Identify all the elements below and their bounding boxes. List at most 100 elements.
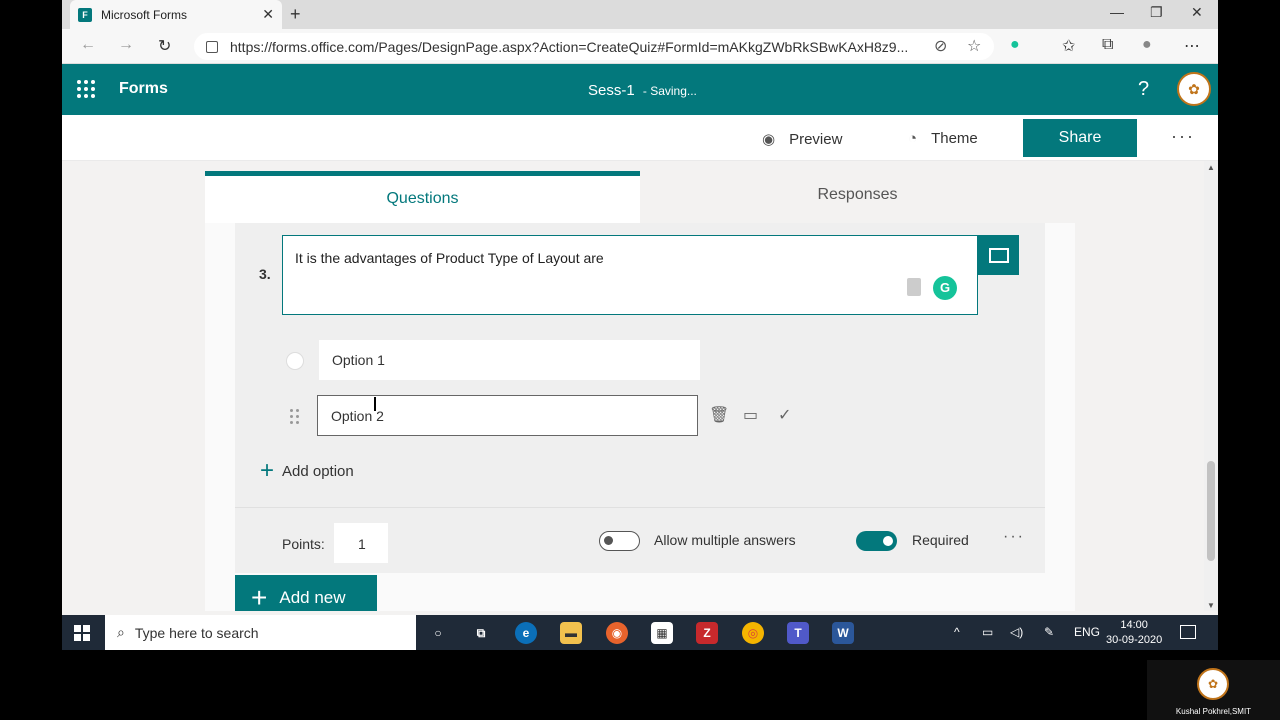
question-number: 3. (259, 266, 271, 282)
file-explorer-icon[interactable]: ▬ (560, 622, 582, 644)
comment-icon[interactable]: ▭ (743, 405, 758, 425)
tray-expand-icon[interactable]: ^ (954, 625, 960, 639)
tab-responses[interactable]: Responses (640, 171, 1075, 223)
account-avatar[interactable]: ✿ (1177, 72, 1211, 106)
theme-label: Theme (931, 130, 978, 147)
command-bar: ◉ Preview ◔ Theme Share ··· (62, 115, 1218, 161)
plus-icon: + (251, 582, 268, 612)
system-clock[interactable]: 14:00 30-09-2020 (1106, 618, 1162, 648)
windows-start-icon[interactable] (74, 625, 90, 641)
back-icon[interactable]: ← (80, 36, 96, 54)
notifications-icon[interactable] (1180, 625, 1196, 639)
pen-icon[interactable]: ✎ (1044, 625, 1054, 639)
tab-questions[interactable]: Questions (205, 171, 640, 223)
app-launcher-icon[interactable] (77, 80, 95, 98)
webcam-overlay: ✿ Kushal Pokhrel,SMIT (1147, 660, 1280, 720)
form-title: Sess-1 (588, 82, 635, 99)
add-new-button[interactable]: + Add new (235, 575, 377, 611)
language-indicator[interactable]: ENG (1074, 625, 1100, 639)
drag-handle-icon[interactable] (290, 409, 300, 425)
correct-answer-check-icon[interactable]: ✓ (778, 405, 791, 425)
palette-icon: ◔ (908, 130, 918, 147)
scroll-up-icon[interactable]: ▲ (1207, 163, 1215, 172)
option-1-radio (286, 352, 304, 370)
browser-window: F Microsoft Forms ✕ + — ❐ ✕ ← → ↻ https:… (62, 0, 1218, 650)
clock-time: 14:00 (1120, 619, 1148, 631)
theme-button[interactable]: ◔ Theme (908, 130, 978, 147)
plus-icon: + (260, 457, 275, 484)
grammarly-badge-icon[interactable]: G (933, 276, 957, 300)
volume-icon[interactable]: ◁) (1010, 625, 1023, 639)
lock-icon (206, 40, 218, 53)
form-content: Questions Responses 3. It is the advanta… (62, 161, 1218, 611)
url-field[interactable]: https://forms.office.com/Pages/DesignPag… (194, 33, 994, 60)
preview-button[interactable]: ◉ Preview (762, 130, 842, 149)
question-more-icon[interactable]: ··· (1003, 528, 1025, 546)
form-tabs: Questions Responses (205, 171, 1075, 223)
scroll-down-icon[interactable]: ▼ (1207, 601, 1215, 610)
address-bar: ← → ↻ https://forms.office.com/Pages/Des… (62, 29, 1218, 64)
insert-image-button[interactable] (978, 235, 1019, 275)
url-text: https://forms.office.com/Pages/DesignPag… (230, 38, 909, 55)
eye-icon: ◉ (762, 131, 776, 148)
share-button[interactable]: Share (1023, 119, 1137, 157)
institution-logo: ✿ (1197, 668, 1229, 700)
tab-title: Microsoft Forms (101, 7, 188, 22)
browser-menu-icon[interactable]: ⋯ (1184, 36, 1200, 56)
minimize-icon[interactable]: — (1110, 4, 1124, 20)
help-icon[interactable]: ? (1138, 78, 1149, 101)
close-window-icon[interactable]: ✕ (1191, 4, 1203, 21)
browser-tab[interactable]: F Microsoft Forms ✕ (70, 0, 282, 29)
forward-icon[interactable]: → (118, 36, 134, 54)
firefox-icon[interactable]: ◉ (606, 622, 628, 644)
form-title-area: Sess-1 - Saving... (588, 82, 697, 99)
close-tab-icon[interactable]: ✕ (262, 6, 274, 23)
option-1-field[interactable]: Option 1 (319, 340, 700, 380)
search-placeholder: Type here to search (134, 624, 259, 641)
new-tab-icon[interactable]: + (290, 4, 301, 25)
chrome-icon[interactable]: ◎ (742, 622, 764, 644)
grammarly-icon[interactable]: ● (1010, 36, 1020, 54)
app-name[interactable]: Forms (119, 80, 168, 98)
question-text-field[interactable]: It is the advantages of Product Type of … (282, 235, 978, 315)
taskbar-search[interactable]: ⌕ Type here to search (105, 615, 416, 650)
required-toggle[interactable] (856, 531, 897, 551)
restore-icon[interactable]: ❐ (1150, 4, 1163, 21)
text-cursor (374, 397, 376, 411)
edge-icon[interactable]: e (515, 622, 537, 644)
task-view-icon[interactable]: ⧉ (470, 622, 492, 644)
forms-favicon-icon: F (78, 7, 92, 22)
points-input[interactable]: 1 (334, 523, 388, 563)
cortana-icon[interactable]: ○ (427, 622, 449, 644)
allow-multiple-label: Allow multiple answers (654, 532, 796, 548)
allow-multiple-toggle[interactable] (599, 531, 640, 551)
add-new-label: Add new (279, 588, 346, 607)
save-status: - Saving... (642, 84, 697, 98)
question-footer: Points: 1 Allow multiple answers Require… (235, 507, 1045, 565)
word-icon[interactable]: W (832, 622, 854, 644)
scroll-thumb[interactable] (1207, 461, 1215, 561)
add-option-label: Add option (282, 462, 354, 480)
zotero-icon[interactable]: Z (696, 622, 718, 644)
refresh-icon[interactable]: ↻ (158, 36, 171, 56)
presenter-name: Kushal Pokhrel,SMIT (1175, 707, 1252, 716)
delete-option-icon[interactable]: 🗑 (709, 405, 729, 425)
page-scrollbar[interactable]: ▲ ▼ (1204, 161, 1218, 611)
extension-icon[interactable] (907, 278, 921, 296)
profile-icon[interactable]: ● (1142, 36, 1152, 54)
required-label: Required (912, 532, 969, 548)
store-icon[interactable]: ▦ (651, 622, 673, 644)
add-option-button[interactable]: + Add option (260, 457, 354, 484)
tab-strip: F Microsoft Forms ✕ + — ❐ ✕ (62, 0, 1218, 29)
more-options-icon[interactable]: ··· (1171, 126, 1195, 147)
teams-icon[interactable]: T (787, 622, 809, 644)
collections-icon[interactable]: ⧉ (1102, 36, 1113, 54)
favorites-icon[interactable]: ✩ (1062, 36, 1075, 56)
favorite-star-icon[interactable]: ☆ (967, 36, 981, 56)
tracking-icon[interactable]: ⊘ (934, 36, 947, 56)
image-icon (988, 247, 1009, 263)
question-editor: 3. It is the advantages of Product Type … (235, 223, 1045, 573)
windows-taskbar: ⌕ Type here to search ○ ⧉ e ▬ ◉ ▦ Z ◎ T … (62, 615, 1218, 650)
battery-icon[interactable]: ▭ (982, 625, 993, 639)
question-text: It is the advantages of Product Type of … (295, 250, 604, 266)
